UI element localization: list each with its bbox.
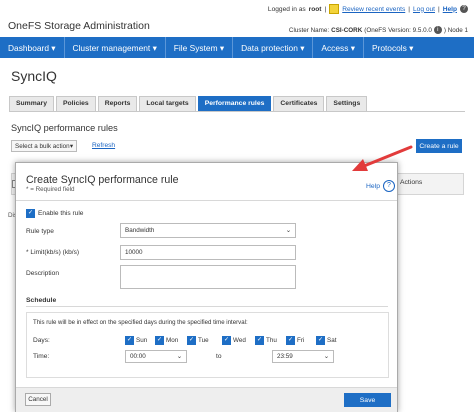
day-thu-label: Thu xyxy=(266,337,277,344)
cluster-name: CSI-CORK xyxy=(331,26,363,34)
question-icon[interactable]: ? xyxy=(382,180,395,192)
dialog-help[interactable]: Help ? xyxy=(366,180,395,192)
day-tue[interactable]: ✓ Tue xyxy=(187,336,209,345)
dialog-title: Create SyncIQ performance rule xyxy=(26,174,179,186)
tab-summary[interactable]: Summary xyxy=(9,96,54,111)
description-textarea[interactable] xyxy=(120,265,296,289)
day-sun-checkbox[interactable]: ✓ xyxy=(125,336,134,345)
chevron-down-icon: ⌄ xyxy=(176,353,182,360)
enable-rule-checkbox[interactable]: ✓ xyxy=(26,209,35,218)
node-label: ) Node 1 xyxy=(443,26,468,34)
review-events-link[interactable]: Review recent events xyxy=(342,6,405,13)
schedule-divider xyxy=(26,306,388,307)
to-label: to xyxy=(216,353,222,360)
tab-local-targets[interactable]: Local targets xyxy=(139,96,196,111)
day-fri[interactable]: ✓ Fri xyxy=(286,336,304,345)
limit-label: * Limit(kb/s) (kb/s) xyxy=(26,249,80,256)
day-sat-checkbox[interactable]: ✓ xyxy=(316,336,325,345)
schedule-title: Schedule xyxy=(26,297,57,304)
time-to-select[interactable]: 23:59 ⌄ xyxy=(272,350,334,363)
day-sun-label: Sun xyxy=(136,337,148,344)
cluster-name-label: Cluster Name: xyxy=(288,26,330,34)
day-mon[interactable]: ✓ Mon xyxy=(155,336,178,345)
nav-data-protection[interactable]: Data protection ▾ xyxy=(233,37,314,58)
info-icon[interactable]: i xyxy=(433,26,442,34)
limit-value: 10000 xyxy=(125,249,143,256)
create-rule-dialog: Create SyncIQ performance rule * = Requi… xyxy=(15,162,398,412)
time-label: Time: xyxy=(33,353,50,360)
enable-rule-label: Enable this rule xyxy=(38,210,84,217)
tab-settings[interactable]: Settings xyxy=(326,96,368,111)
day-thu[interactable]: ✓ Thu xyxy=(255,336,277,345)
tab-bar: Summary Policies Reports Local targets P… xyxy=(9,96,368,111)
create-rule-button[interactable]: Create a rule xyxy=(416,139,462,153)
enable-rule-row: ✓ Enable this rule xyxy=(26,209,83,218)
tab-divider xyxy=(9,111,465,112)
actions-column-header: Actions xyxy=(400,179,423,186)
divider xyxy=(16,200,397,201)
day-thu-checkbox[interactable]: ✓ xyxy=(255,336,264,345)
day-tue-label: Tue xyxy=(198,337,209,344)
chevron-down-icon: ⌄ xyxy=(323,353,329,360)
login-status: Logged in as root | Review recent events… xyxy=(268,4,468,14)
events-flag-icon[interactable] xyxy=(329,4,340,14)
day-wed-checkbox[interactable]: ✓ xyxy=(222,336,231,345)
tab-performance-rules[interactable]: Performance rules xyxy=(197,96,272,111)
limit-input[interactable]: 10000 xyxy=(120,245,296,260)
refresh-link[interactable]: Refresh xyxy=(92,142,115,149)
help-link[interactable]: Help xyxy=(443,6,457,13)
dialog-help-link[interactable]: Help xyxy=(366,183,380,190)
nav-access[interactable]: Access ▾ xyxy=(313,37,364,58)
rule-type-label: Rule type xyxy=(26,228,54,235)
days-label: Days: xyxy=(33,337,50,344)
schedule-note: This rule will be in effect on the speci… xyxy=(33,319,248,326)
nav-protocols[interactable]: Protocols ▾ xyxy=(364,37,421,58)
onefs-version: (OneFS Version: 9.5.0.0 xyxy=(364,26,432,34)
help-icon[interactable]: ? xyxy=(460,5,468,13)
rule-type-select[interactable]: Bandwidth ⌄ xyxy=(120,223,296,238)
section-title: SyncIQ performance rules xyxy=(11,123,118,133)
day-fri-label: Fri xyxy=(297,337,305,344)
cluster-info: Cluster Name: CSI-CORK (OneFS Version: 9… xyxy=(289,26,468,34)
main-nav: Dashboard ▾ Cluster management ▾ File Sy… xyxy=(0,37,474,58)
day-sat-label: Sat xyxy=(327,337,337,344)
page-title: SyncIQ xyxy=(11,68,57,84)
nav-file-system[interactable]: File System ▾ xyxy=(166,37,234,58)
chevron-down-icon: ⌄ xyxy=(285,227,291,234)
save-button[interactable]: Save xyxy=(344,393,391,407)
bulk-action-value: Select a bulk action xyxy=(15,142,70,150)
username: root xyxy=(308,5,322,13)
tab-certificates[interactable]: Certificates xyxy=(273,96,325,111)
day-sun[interactable]: ✓ Sun xyxy=(125,336,147,345)
required-note: * = Required field xyxy=(26,186,75,193)
time-to-value: 23:59 xyxy=(277,353,293,360)
bulk-action-select[interactable]: Select a bulk action ▾ xyxy=(11,140,77,152)
cancel-button[interactable]: Cancel xyxy=(25,393,51,406)
time-from-value: 00:00 xyxy=(130,353,146,360)
chevron-down-icon: ▾ xyxy=(69,142,73,150)
logged-in-label: Logged in as xyxy=(267,5,306,13)
day-mon-checkbox[interactable]: ✓ xyxy=(155,336,164,345)
day-mon-label: Mon xyxy=(166,337,179,344)
tab-reports[interactable]: Reports xyxy=(97,96,138,111)
logout-link[interactable]: Log out xyxy=(413,6,435,13)
nav-cluster-management[interactable]: Cluster management ▾ xyxy=(65,37,166,58)
day-fri-checkbox[interactable]: ✓ xyxy=(286,336,295,345)
nav-dashboard[interactable]: Dashboard ▾ xyxy=(0,37,65,58)
tab-policies[interactable]: Policies xyxy=(55,96,96,111)
dialog-footer: Cancel Save xyxy=(16,387,397,412)
rule-type-value: Bandwidth xyxy=(125,227,155,234)
time-from-select[interactable]: 00:00 ⌄ xyxy=(125,350,187,363)
day-wed-label: Wed xyxy=(233,337,246,344)
day-sat[interactable]: ✓ Sat xyxy=(316,336,336,345)
description-label: Description xyxy=(26,270,59,277)
schedule-box: This rule will be in effect on the speci… xyxy=(26,312,389,378)
day-wed[interactable]: ✓ Wed xyxy=(222,336,246,345)
day-tue-checkbox[interactable]: ✓ xyxy=(187,336,196,345)
app-title: OneFS Storage Administration xyxy=(8,20,150,32)
